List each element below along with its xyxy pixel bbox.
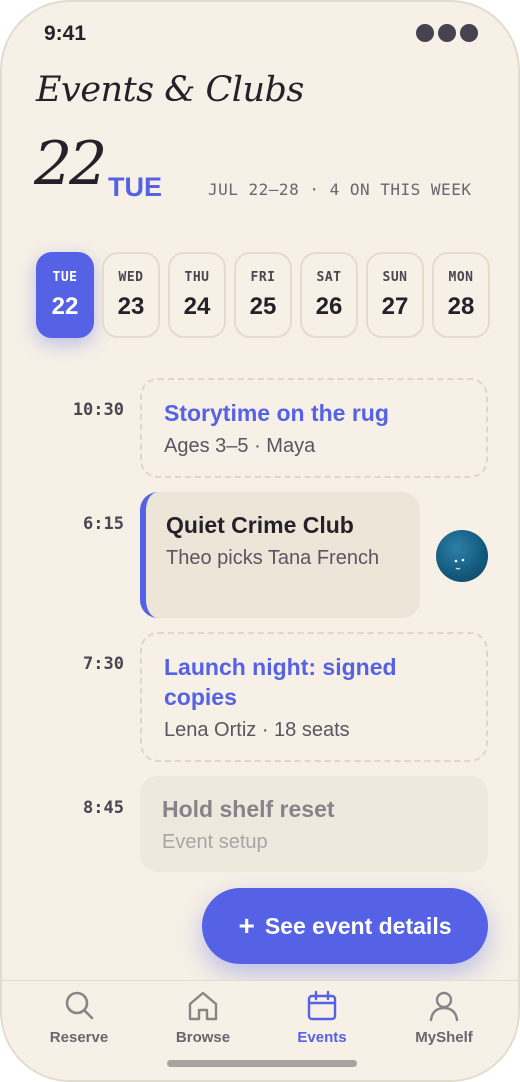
phone-frame: 9:41 Events & Clubs 22 TUE JUL 22–28 · 4… [0, 0, 520, 1082]
search-icon [65, 991, 94, 1020]
event-title: Quiet Crime Club [166, 512, 354, 538]
tab-label: Events [297, 1029, 347, 1046]
avatar[interactable] [436, 530, 488, 582]
day-chip-fri-25[interactable]: FRI 25 [234, 252, 292, 338]
week-range-summary: JUL 22–28 · 4 ON THIS WEEK [208, 180, 472, 199]
home-icon [188, 991, 218, 1021]
day-chip-date: 27 [381, 292, 409, 320]
event-subtitle: Ages 3–5 · Maya [164, 435, 316, 457]
day-chip-weekday: SUN [382, 269, 408, 285]
day-picker: TUE 22 WED 23 THU 24 FRI 25 SAT 26 SUN 2… [36, 252, 490, 338]
current-day-number: 22 [34, 129, 107, 199]
event-title: Storytime on the rug [164, 400, 389, 426]
status-bar: 9:41 [2, 2, 518, 62]
event-subtitle: Theo picks Tana French [166, 547, 380, 569]
day-chip-date: 25 [249, 292, 277, 320]
day-chip-date: 23 [117, 292, 145, 320]
event-time: 10:30 [72, 400, 124, 420]
event-time: 8:45 [83, 798, 124, 818]
day-chip-weekday: FRI [250, 269, 276, 285]
day-chip-sat-26[interactable]: SAT 26 [300, 252, 358, 338]
event-title: Hold shelf reset [162, 796, 335, 822]
page-title: Events & Clubs [36, 70, 304, 110]
calendar-icon [307, 990, 337, 1021]
event-time: 7:30 [83, 654, 124, 674]
tab-label: MyShelf [415, 1029, 473, 1046]
current-weekday: TUE [108, 172, 162, 202]
status-indicators-icon [416, 24, 478, 42]
see-event-details-button[interactable]: + See event details [202, 888, 488, 964]
day-chip-date: 28 [447, 292, 475, 320]
day-chip-weekday: MON [448, 269, 474, 285]
day-chip-date: 24 [183, 292, 211, 320]
day-chip-weekday: SAT [316, 269, 342, 285]
home-indicator[interactable] [167, 1060, 357, 1067]
day-chip-wed-23[interactable]: WED 23 [102, 252, 160, 338]
event-title: Launch night: signed copies [164, 654, 397, 710]
tab-label: Browse [175, 1029, 231, 1046]
event-card-launch-night[interactable]: Launch night: signed copies Lena Ortiz ·… [140, 632, 488, 762]
person-icon [429, 991, 459, 1022]
day-chip-sun-27[interactable]: SUN 27 [366, 252, 424, 338]
tab-browse[interactable]: Browse [148, 989, 258, 1046]
event-subtitle: Event setup [162, 831, 268, 853]
day-chip-date: 22 [51, 292, 79, 320]
day-chip-mon-28[interactable]: MON 28 [432, 252, 490, 338]
fab-label: See event details [264, 912, 452, 939]
event-card-storytime[interactable]: Storytime on the rug Ages 3–5 · Maya [140, 378, 488, 478]
day-chip-date: 26 [315, 292, 343, 320]
day-chip-thu-24[interactable]: THU 24 [168, 252, 226, 338]
tab-label: Reserve [49, 1029, 109, 1046]
tab-reserve[interactable]: Reserve [24, 989, 134, 1046]
tab-myshelf[interactable]: MyShelf [389, 989, 499, 1046]
day-chip-weekday: THU [184, 269, 210, 285]
day-chip-tue-22[interactable]: TUE 22 [36, 252, 94, 338]
event-card-hold-shelf-reset[interactable]: Hold shelf reset Event setup [140, 776, 488, 872]
plus-icon: + [238, 910, 255, 941]
day-chip-weekday: WED [118, 269, 144, 285]
day-chip-weekday: TUE [52, 269, 78, 285]
tab-events[interactable]: Events [267, 989, 377, 1046]
event-card-quiet-crime-club[interactable]: Quiet Crime Club Theo picks Tana French [140, 492, 420, 618]
status-time: 9:41 [44, 22, 87, 45]
event-time: 6:15 [83, 514, 124, 534]
event-subtitle: Lena Ortiz · 18 seats [164, 719, 350, 741]
